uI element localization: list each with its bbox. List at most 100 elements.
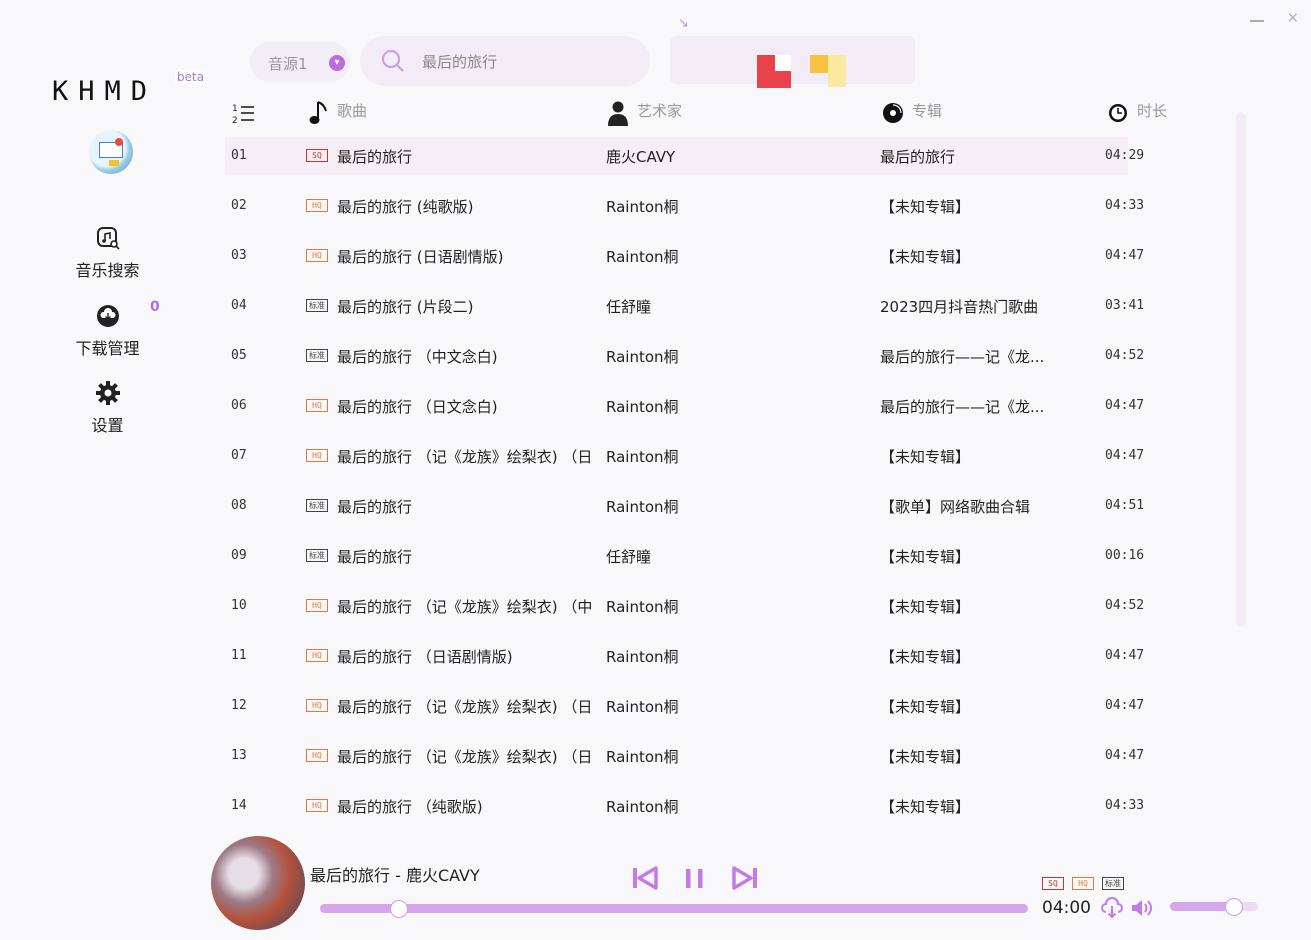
table-row[interactable]: 11 HQ 最后的旅行 （日语剧情版) Rainton桐 【未知专辑】 04:47 (225, 637, 1144, 675)
table-row[interactable]: 12 HQ 最后的旅行 （记《龙族》绘梨衣) （日 Rainton桐 【未知专辑】 04:… (225, 687, 1144, 725)
search-input[interactable] (420, 48, 639, 74)
row-number: 04 (231, 298, 247, 313)
top-banner (670, 36, 915, 84)
album-cover[interactable] (211, 836, 305, 930)
table-row[interactable]: 02 HQ 最后的旅行 (纯歌版) Rainton桐 【未知专辑】 04:33 (225, 187, 1144, 225)
quality-tag: 标准 (306, 349, 328, 362)
song-duration: 04:51 (1105, 498, 1145, 513)
quality-tag: 标准 (306, 299, 328, 312)
row-number: 10 (231, 598, 247, 613)
pause-button[interactable] (683, 866, 707, 890)
minimize-button[interactable] (1250, 20, 1264, 22)
previous-button[interactable] (632, 866, 658, 890)
song-album: 最后的旅行——记《龙... (880, 348, 1045, 366)
table-row[interactable]: 07 HQ 最后的旅行 （记《龙族》绘梨衣) （日 Rainton桐 【未知专辑】 04:… (225, 437, 1144, 475)
app-logo: KHMD (52, 76, 158, 107)
table-row[interactable]: 05 标准 最后的旅行 （中文念白) Rainton桐 最后的旅行——记《龙... 04:… (225, 337, 1144, 375)
now-playing-title: 最后的旅行 - 鹿火CAVY (310, 866, 480, 885)
cloud-download-icon (96, 305, 119, 327)
song-artist: Rainton桐 (606, 748, 679, 766)
chevron-down-icon: ▾ (329, 55, 345, 71)
song-duration: 04:52 (1105, 348, 1145, 363)
banner-pixel-white (775, 55, 791, 71)
table-row[interactable]: 06 HQ 最后的旅行 （日文念白) Rainton桐 最后的旅行——记《龙... 04:… (225, 387, 1144, 425)
song-duration: 00:16 (1105, 548, 1145, 563)
row-number: 05 (231, 348, 247, 363)
header-song: 歌曲 (337, 102, 368, 120)
song-artist: Rainton桐 (606, 698, 679, 716)
download-icon[interactable] (1100, 897, 1124, 919)
quality-tag: 标准 (306, 549, 328, 562)
download-count-badge: 0 (150, 299, 160, 315)
banner-pixel-yellow (810, 55, 830, 73)
song-duration: 04:47 (1105, 698, 1145, 713)
song-duration: 04:47 (1105, 248, 1145, 263)
table-row[interactable]: 03 HQ 最后的旅行 (日语剧情版) Rainton桐 【未知专辑】 04:47 (225, 237, 1144, 275)
person-icon (608, 101, 628, 126)
volume-icon[interactable] (1130, 897, 1154, 919)
progress-bar[interactable] (320, 900, 1028, 918)
sidebar-item-music-search[interactable]: 音乐搜索 (60, 225, 155, 281)
song-duration: 04:29 (1105, 148, 1145, 163)
next-button[interactable] (732, 866, 758, 890)
volume-knob[interactable] (1225, 898, 1244, 916)
song-title: 最后的旅行 （中文念白) (337, 348, 498, 366)
song-artist: Rainton桐 (606, 798, 679, 816)
volume-slider[interactable] (1170, 898, 1258, 916)
table-row[interactable]: 09 标准 最后的旅行 任舒瞳 【未知专辑】 00:16 (225, 537, 1144, 575)
table-row[interactable]: 13 HQ 最后的旅行 （记《龙族》绘梨衣) （日 Rainton桐 【未知专辑】 04:… (225, 737, 1144, 775)
quality-tag: HQ (306, 699, 328, 712)
song-title: 最后的旅行 (337, 148, 413, 166)
song-album: 【未知专辑】 (880, 248, 971, 266)
row-number: 13 (231, 748, 247, 763)
row-number: 12 (231, 698, 247, 713)
song-album: 2023四月抖音热门歌曲 (880, 298, 1039, 316)
quality-hq-button[interactable]: HQ (1072, 877, 1094, 890)
search-box[interactable] (360, 36, 650, 86)
table-row[interactable]: 01 SQ 最后的旅行 鹿火CAVY 最后的旅行 04:29 (225, 137, 1144, 175)
sidebar-item-settings[interactable]: 设置 (60, 380, 155, 436)
disc-icon (883, 103, 903, 123)
song-album: 【未知专辑】 (880, 198, 971, 216)
song-title: 最后的旅行 （记《龙族》绘梨衣) （中 (337, 598, 593, 616)
top-arrow-icon: ↘ (678, 16, 689, 31)
song-title: 最后的旅行 （记《龙族》绘梨衣) （日 (337, 748, 593, 766)
song-artist: 任舒瞳 (606, 298, 652, 316)
sidebar-item-download[interactable]: 下载管理 (60, 303, 155, 359)
quality-tag: HQ (306, 199, 328, 212)
song-title: 最后的旅行 （记《龙族》绘梨衣) （日 (337, 448, 593, 466)
quality-tag: HQ (306, 649, 328, 662)
table-row[interactable]: 04 标准 最后的旅行 (片段二) 任舒瞳 2023四月抖音热门歌曲 03:41 (225, 287, 1144, 325)
quality-tag: 标准 (306, 499, 328, 512)
song-artist: Rainton桐 (606, 198, 679, 216)
progress-knob[interactable] (389, 900, 408, 918)
song-album: 【歌单】网络歌曲合辑 (880, 498, 1031, 516)
song-album: 【未知专辑】 (880, 648, 971, 666)
quality-std-button[interactable]: 标准 (1102, 877, 1124, 890)
quality-tag: SQ (306, 149, 328, 162)
song-album: 最后的旅行——记《龙... (880, 398, 1045, 416)
song-title: 最后的旅行 (日语剧情版) (337, 248, 504, 266)
music-search-icon (96, 227, 120, 250)
volume-fill (1170, 902, 1234, 911)
progress-fill (320, 904, 1028, 913)
song-album: 【未知专辑】 (880, 548, 971, 566)
source-select[interactable]: 音源1 ▾ (250, 42, 350, 82)
song-artist: Rainton桐 (606, 248, 679, 266)
song-album: 最后的旅行 (880, 148, 956, 166)
song-album: 【未知专辑】 (880, 798, 971, 816)
table-row[interactable]: 10 HQ 最后的旅行 （记《龙族》绘梨衣) （中 Rainton桐 【未知专辑】 04:… (225, 587, 1144, 625)
table-row[interactable]: 08 标准 最后的旅行 Rainton桐 【歌单】网络歌曲合辑 04:51 (225, 487, 1144, 525)
sidebar-item-label: 设置 (91, 416, 124, 435)
table-row[interactable]: 14 HQ 最后的旅行 （纯歌版) Rainton桐 【未知专辑】 04:33 (225, 787, 1144, 825)
song-album: 【未知专辑】 (880, 748, 971, 766)
scrollbar[interactable] (1236, 112, 1246, 627)
header-duration: 时长 (1137, 102, 1168, 120)
banner-pixel-lightyellow (828, 55, 846, 87)
quality-sq-button[interactable]: SQ (1042, 877, 1064, 890)
quality-tag: HQ (306, 249, 328, 262)
close-button[interactable]: × (1287, 10, 1299, 26)
song-artist: Rainton桐 (606, 398, 679, 416)
song-title: 最后的旅行 (片段二) (337, 298, 474, 316)
avatar[interactable] (89, 130, 133, 174)
